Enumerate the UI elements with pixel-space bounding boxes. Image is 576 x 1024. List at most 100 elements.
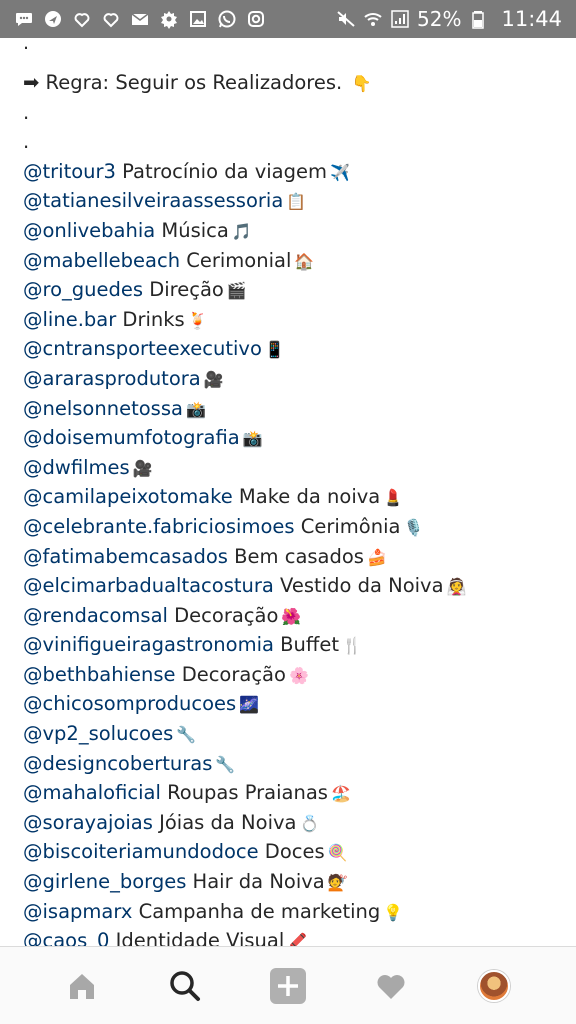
user-handle-link[interactable]: @ro_guedes [23, 278, 143, 301]
whatsapp-icon [217, 9, 237, 29]
user-handle-link[interactable]: @chicosomproducoes [23, 692, 236, 715]
credit-emoji: 🌌 [239, 695, 260, 715]
rule-line: ➡ Regra: Seguir os Realizadores. 👇 [23, 68, 576, 98]
top-dot: . [23, 38, 30, 54]
credit-role-text: Decoração [175, 662, 286, 686]
credit-role-text: Vestido da Noiva [273, 574, 444, 598]
credit-role-text: Cerimonial [180, 248, 292, 272]
status-bar: 52% 11:44 [0, 0, 576, 38]
user-handle-link[interactable]: @celebrante.fabriciosimoes [23, 515, 295, 538]
credit-emoji: 📸 [185, 399, 206, 419]
credit-line: @nelsonnetossa 📸 [23, 394, 576, 424]
credit-role-text: Direção [143, 278, 224, 302]
credit-emoji: 🍭 [327, 843, 348, 863]
credit-emoji: 🌸 [288, 665, 309, 685]
credit-line: @onlivebahia Música 🎵 [23, 216, 576, 246]
user-handle-link[interactable]: @tritour3 [23, 160, 116, 183]
credit-emoji: 🏠 [294, 251, 315, 271]
credit-line: @ararasprodutora 🎥 [23, 364, 576, 394]
user-handle-link[interactable]: @caos_0 [23, 929, 109, 946]
credit-line: @girlene_borges Hair da Noiva 💇 [23, 867, 576, 897]
user-handle-link[interactable]: @fatimabemcasados [23, 545, 228, 568]
credit-line: @tritour3 Patrocínio da viagem ✈️ [23, 157, 576, 187]
credit-line: @ro_guedes Direção 🎬 [23, 275, 576, 305]
clock: 11:44 [501, 7, 562, 31]
credit-emoji: ✈️ [330, 162, 350, 182]
user-handle-link[interactable]: @cntransporteexecutivo [23, 337, 262, 360]
profile-button[interactable] [474, 966, 514, 1006]
user-handle-link[interactable]: @tatianesilveiraassessoria [23, 189, 283, 212]
credit-line: @doisemumfotografia 📸 [23, 423, 576, 453]
credit-role-text: Doces [258, 840, 325, 864]
user-handle-link[interactable]: @elcimarbadualtacostura [23, 574, 274, 597]
user-handle-link[interactable]: @ararasprodutora [23, 367, 201, 390]
user-handle-link[interactable]: @girlene_borges [23, 870, 186, 893]
search-button[interactable] [165, 966, 205, 1006]
credit-role-text: Jóias da Noiva [152, 810, 297, 834]
user-handle-link[interactable]: @biscoiteriamundodoce [23, 840, 259, 863]
credit-line: @caos_0 Identidade Visual 🖍️ [23, 926, 576, 946]
user-handle-link[interactable]: @vp2_solucoes [23, 722, 173, 745]
user-handle-link[interactable]: @dwfilmes [23, 456, 130, 479]
profile-avatar [478, 969, 511, 1002]
credit-line: @bethbahiense Decoração 🌸 [23, 660, 576, 690]
credit-emoji: 🌺 [281, 606, 302, 626]
spacer-dot: . [23, 100, 30, 124]
user-handle-link[interactable]: @designcoberturas [23, 752, 212, 775]
credit-emoji: 👰 [446, 577, 467, 597]
credit-line: @rendacomsal Decoração 🌺 [23, 601, 576, 631]
user-handle-link[interactable]: @mahaloficial [23, 781, 161, 804]
home-icon [65, 969, 99, 1003]
credit-emoji: 🔧 [215, 754, 236, 774]
credit-emoji: 📱 [264, 340, 285, 360]
credit-line: @cntransporteexecutivo 📱 [23, 334, 576, 364]
credit-emoji: 🍰 [366, 547, 387, 567]
user-handle-link[interactable]: @mabellebeach [23, 249, 180, 272]
credit-line: @camilapeixotomake Make da noiva 💄 [23, 482, 576, 512]
activity-heart-icon [374, 969, 408, 1003]
activity-button[interactable] [371, 966, 411, 1006]
user-handle-link[interactable]: @nelsonnetossa [23, 397, 183, 420]
credit-line: @isapmarx Campanha de marketing 💡 [23, 897, 576, 927]
add-icon [269, 967, 307, 1005]
credit-line: @chicosomproducoes 🌌 [23, 689, 576, 719]
mute-icon [336, 9, 356, 29]
credit-role-text: Hair da Noiva [186, 870, 325, 894]
credit-emoji: 💄 [383, 488, 404, 508]
heart-icon [72, 9, 92, 29]
credit-role-text: Buffet [273, 633, 339, 657]
add-post-button[interactable] [268, 966, 308, 1006]
rule-text: Regra: Seguir os Realizadores. [45, 71, 343, 94]
instagram-icon [246, 9, 266, 29]
user-handle-link[interactable]: @line.bar [23, 308, 116, 331]
user-handle-link[interactable]: @sorayajoias [23, 811, 153, 834]
user-handle-link[interactable]: @isapmarx [23, 900, 132, 923]
credit-role-text: Identidade Visual [109, 929, 285, 946]
user-handle-link[interactable]: @bethbahiense [23, 663, 176, 686]
user-handle-link[interactable]: @rendacomsal [23, 604, 168, 627]
credit-emoji: 🎥 [132, 458, 153, 478]
credit-line: @sorayajoias Jóias da Noiva 💍 [23, 808, 576, 838]
user-handle-link[interactable]: @onlivebahia [23, 219, 155, 242]
user-handle-link[interactable]: @vinifigueiragastronomia [23, 633, 274, 656]
credit-role-text: Roupas Praianas [160, 781, 328, 805]
credit-emoji: 🎥 [203, 369, 224, 389]
credit-role-text: Drinks [116, 307, 185, 331]
credit-emoji: 💇 [327, 873, 348, 893]
credit-emoji: 🍹 [187, 310, 208, 330]
credit-role-text: Campanha de marketing [132, 899, 381, 923]
credit-role-text: Música [155, 218, 229, 242]
credit-emoji: 🎵 [231, 221, 252, 241]
heart-icon [101, 9, 121, 29]
credit-emoji: 💍 [299, 813, 320, 833]
credits-list: @tritour3 Patrocínio da viagem ✈️ @tatiane… [23, 157, 576, 946]
home-button[interactable] [62, 966, 102, 1006]
mail-icon [130, 9, 150, 29]
credit-emoji: 🔧 [176, 725, 197, 745]
user-handle-link[interactable]: @camilapeixotomake [23, 485, 233, 508]
battery-icon [468, 9, 488, 29]
notification-icons [14, 9, 266, 29]
system-status: 52% 11:44 [336, 7, 562, 31]
user-handle-link[interactable]: @doisemumfotografia [23, 426, 240, 449]
credit-line: @mabellebeach Cerimonial 🏠 [23, 246, 576, 276]
